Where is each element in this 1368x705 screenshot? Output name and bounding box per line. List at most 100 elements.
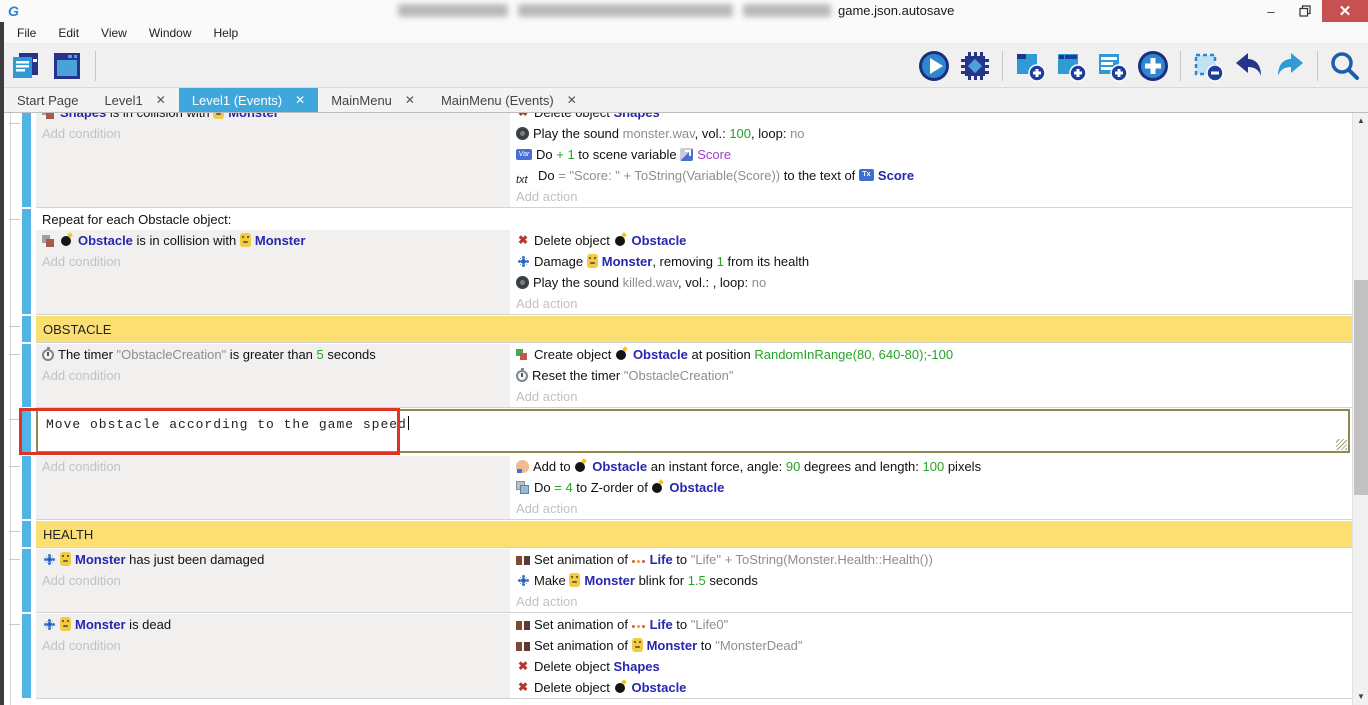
action-text: Play the sound [533,275,623,290]
add-condition[interactable]: Add condition [36,251,510,272]
toolbar [0,44,1368,88]
action-line[interactable]: Delete object Obstacle [510,230,1352,251]
tab-mainmenu-events-[interactable]: MainMenu (Events)✕ [428,88,590,112]
tab-mainmenu[interactable]: MainMenu✕ [318,88,428,112]
scroll-up-arrow-icon[interactable]: ▲ [1353,113,1368,129]
tab-close-icon[interactable]: ✕ [405,93,415,107]
event-block[interactable]: Monster has just been damaged Add conditi… [36,549,1352,613]
action-text: , vol.: , loop: [678,275,752,290]
action-line[interactable]: Set animation of Monster to "MonsterDead… [510,635,1352,656]
tab-close-icon[interactable]: ✕ [156,93,166,107]
event-block[interactable]: Repeat for each Obstacle object:Obstacle… [36,209,1352,315]
tab-level1[interactable]: Level1 ✕ [91,88,178,112]
tab-label: Level1 [104,93,142,108]
vertical-scrollbar[interactable]: ▲ ▼ [1352,113,1368,705]
event-block[interactable]: Monster is deadAdd conditionSet animatio… [36,614,1352,699]
action-line[interactable]: Reset the timer "ObstacleCreation" [510,365,1352,386]
tab-label: Start Page [17,93,78,108]
add-subevent-icon[interactable] [1054,49,1088,83]
action-text: = 4 [554,480,572,495]
action-text: seconds [706,573,758,588]
condition-line[interactable]: The timer "ObstacleCreation" is greater … [36,344,510,365]
scrollbar-thumb[interactable] [1354,280,1368,495]
action-text: Do [538,168,558,183]
action-line[interactable]: Do = "Score: " + ToString(Variable(Score… [510,165,1352,186]
action-line[interactable]: Add to Obstacle an instant force, angle:… [510,456,1352,477]
resize-grip-icon[interactable] [1336,439,1347,450]
action-line[interactable]: Play the sound killed.wav, vol.: , loop:… [510,272,1352,293]
add-condition[interactable]: Add condition [36,123,510,144]
actions-column: Set animation of Life to "Life" + ToStri… [510,549,1352,612]
gdevelop-window: G game.json.autosave – ✕ FileEditViewWin… [0,0,1368,705]
event-block[interactable]: The timer "ObstacleCreation" is greater … [36,344,1352,408]
event-block[interactable]: Shapes is in collision with MonsterAdd c… [36,113,1352,208]
comment-edit-input[interactable]: Move obstacle according to the game spee… [36,409,1350,453]
action-text: to [697,638,715,653]
close-button[interactable]: ✕ [1322,0,1368,22]
scroll-down-arrow-icon[interactable]: ▼ [1353,689,1368,705]
action-text: Do [534,480,554,495]
comment-row[interactable]: OBSTACLE [36,316,1352,343]
action-line[interactable]: Delete object Obstacle [510,677,1352,698]
condition-line[interactable]: Shapes is in collision with Monster [36,113,510,123]
add-action[interactable]: Add action [510,186,1352,207]
action-text: from its health [724,254,809,269]
add-condition[interactable]: Add condition [36,635,510,656]
menu-window[interactable]: Window [140,24,201,42]
menu-help[interactable]: Help [205,24,248,42]
scene-editor-icon[interactable] [50,49,84,83]
redo-icon[interactable] [1273,49,1307,83]
action-line[interactable]: Delete object Shapes [510,113,1352,123]
event-block[interactable]: Add conditionAdd to Obstacle an instant … [36,456,1352,520]
preview-play-icon[interactable] [917,49,951,83]
menu-edit[interactable]: Edit [49,24,88,42]
condition-line[interactable]: Obstacle is in collision with Monster [36,230,510,251]
minimize-button[interactable]: – [1254,0,1288,22]
action-line[interactable]: Do + 1 to scene variable Score [510,144,1352,165]
add-condition[interactable]: Add condition [36,365,510,386]
action-text: "MonsterDead" [715,638,802,653]
menu-bar: FileEditViewWindowHelp [0,22,1368,44]
restore-button[interactable] [1288,0,1322,22]
tab-close-icon[interactable]: ✕ [567,93,577,107]
action-line[interactable]: Set animation of Life to "Life" + ToStri… [510,549,1352,570]
add-comment-icon[interactable] [1095,49,1129,83]
condition-line[interactable]: Monster is dead [36,614,510,635]
condition-text: Add condition [42,573,121,588]
toolbar-separator [95,51,96,81]
action-line[interactable]: Do = 4 to Z-order of Obstacle [510,477,1352,498]
add-condition[interactable]: Add condition [36,456,510,477]
tab-start-page[interactable]: Start Page [4,88,91,112]
add-plus-icon[interactable] [1136,49,1170,83]
comment-row[interactable]: HEALTH [36,521,1352,548]
action-line[interactable]: Damage Monster, removing 1 from its heal… [510,251,1352,272]
tab-bar: Start PageLevel1✕Level1 (Events)✕MainMen… [0,88,1368,113]
action-text: to Z-order of [573,480,652,495]
debug-icon[interactable] [958,49,992,83]
create-object-icon [516,347,530,361]
action-text: Add action [516,296,577,311]
add-condition[interactable]: Add condition [36,570,510,591]
undo-icon[interactable] [1232,49,1266,83]
add-action[interactable]: Add action [510,498,1352,519]
tab-close-icon[interactable]: ✕ [295,93,305,107]
remove-selection-icon[interactable] [1191,49,1225,83]
action-line[interactable]: Make Monster blink for 1.5 seconds [510,570,1352,591]
action-text: RandomInRange(80, 640-80);-100 [754,347,953,362]
condition-line[interactable]: Monster has just been damaged [36,549,510,570]
action-line[interactable]: Delete object Shapes [510,656,1352,677]
menu-view[interactable]: View [92,24,136,42]
comment-edit-row[interactable]: Move obstacle according to the game spee… [36,409,1352,455]
add-action[interactable]: Add action [510,591,1352,612]
menu-file[interactable]: File [8,24,45,42]
tab-level1-events-[interactable]: Level1 (Events)✕ [179,88,318,112]
condition-text: Obstacle [78,233,133,248]
add-event-icon[interactable] [1013,49,1047,83]
project-manager-icon[interactable] [8,49,42,83]
add-action[interactable]: Add action [510,293,1352,314]
add-action[interactable]: Add action [510,386,1352,407]
action-line[interactable]: Play the sound monster.wav, vol.: 100, l… [510,123,1352,144]
action-line[interactable]: Create object Obstacle at position Rando… [510,344,1352,365]
search-icon[interactable] [1328,49,1362,83]
action-line[interactable]: Set animation of Life to "Life0" [510,614,1352,635]
